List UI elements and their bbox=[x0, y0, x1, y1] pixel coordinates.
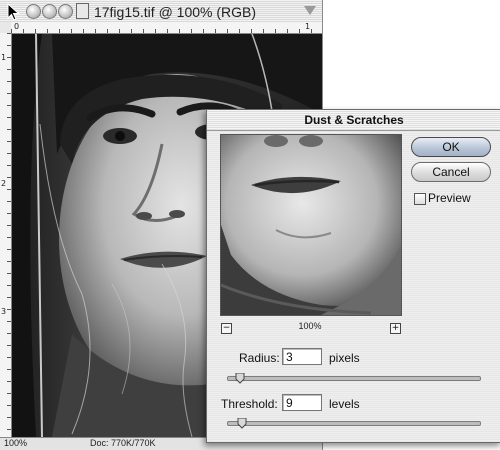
threshold-label: Threshold: bbox=[221, 397, 278, 411]
dialog-title: Dust & Scratches bbox=[304, 113, 404, 127]
radius-unit: pixels bbox=[329, 351, 360, 365]
toolbar-toggle-icon[interactable] bbox=[304, 6, 316, 15]
document-titlebar[interactable]: 17fig15.tif @ 100% (RGB) bbox=[0, 0, 322, 23]
document-icon bbox=[75, 3, 89, 19]
preview-checkbox[interactable] bbox=[414, 193, 426, 205]
radius-input[interactable]: 3 bbox=[282, 348, 322, 365]
horizontal-ruler[interactable]: 0 1 bbox=[11, 22, 322, 34]
dialog-titlebar[interactable]: Dust & Scratches bbox=[207, 110, 500, 131]
preview-label: Preview bbox=[428, 191, 471, 205]
document-title-text: 17fig15.tif @ 100% (RGB) bbox=[93, 4, 257, 20]
threshold-unit: levels bbox=[329, 397, 360, 411]
document-title: 17fig15.tif @ 100% (RGB) bbox=[60, 3, 272, 20]
zoom-out-button[interactable]: − bbox=[221, 323, 232, 334]
preview-zoom-level: 100% bbox=[298, 321, 322, 331]
threshold-input[interactable]: 9 bbox=[282, 394, 322, 411]
ruler-label: 1 bbox=[305, 22, 311, 31]
ruler-label: 2 bbox=[1, 179, 7, 188]
minimize-icon[interactable] bbox=[42, 4, 57, 19]
ok-button[interactable]: OK bbox=[411, 137, 491, 157]
radius-label: Radius: bbox=[239, 351, 280, 365]
filter-preview[interactable] bbox=[220, 134, 402, 316]
dust-scratches-dialog: Dust & Scratches − 100% + OK Cancel Prev… bbox=[206, 109, 500, 443]
status-doc-size: Doc: 770K/770K bbox=[90, 438, 156, 448]
status-zoom: 100% bbox=[4, 438, 28, 448]
ruler-label: 3 bbox=[1, 307, 7, 316]
zoom-in-button[interactable]: + bbox=[390, 323, 401, 334]
radius-slider-thumb[interactable] bbox=[235, 373, 245, 384]
cancel-button[interactable]: Cancel bbox=[411, 162, 491, 182]
arrow-cursor-icon bbox=[7, 3, 20, 21]
close-icon[interactable] bbox=[26, 4, 41, 19]
threshold-slider-track[interactable] bbox=[227, 421, 481, 426]
ruler-label: 0 bbox=[14, 22, 20, 31]
radius-slider-track[interactable] bbox=[227, 376, 481, 381]
ruler-label: 1 bbox=[1, 53, 7, 62]
preview-image bbox=[221, 135, 401, 315]
vertical-ruler[interactable]: 1 2 3 bbox=[0, 33, 12, 437]
threshold-slider-thumb[interactable] bbox=[237, 418, 247, 429]
